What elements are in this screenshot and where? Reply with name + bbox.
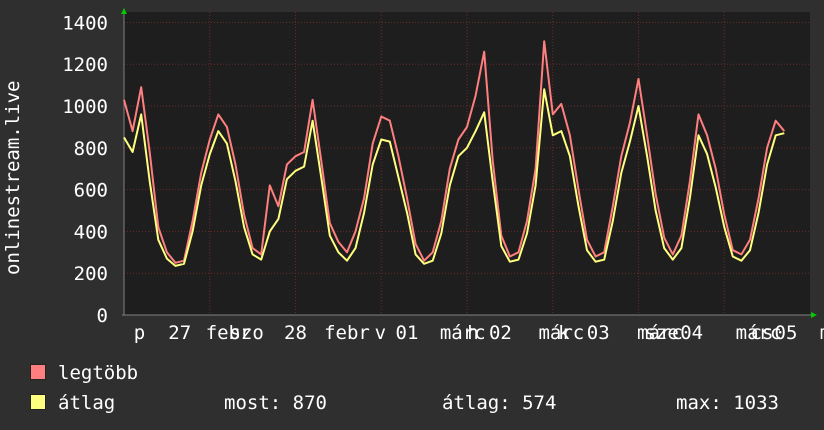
x-tick-label: 02 <box>489 322 512 344</box>
legend-item-legtobb: legtöbb <box>30 362 138 384</box>
x-tick-label: 04 <box>680 322 703 344</box>
x-tick-label: sze <box>644 322 678 344</box>
x-tick-label: 03 <box>587 322 610 344</box>
y-tick-label: 200 <box>74 263 108 285</box>
x-tick-label: cs <box>751 322 774 344</box>
y-tick-label: 1000 <box>62 96 108 118</box>
legend-swatch-atlag <box>30 394 46 410</box>
stat-most: most: 870 <box>224 392 327 414</box>
legend-label-legtobb: legtöbb <box>58 362 139 384</box>
x-tick-label: v <box>375 322 386 344</box>
stat-atlag: átlag: 574 <box>442 392 557 414</box>
x-tick-label: szo <box>229 322 263 344</box>
y-tick-labels: 0 200 400 600 800 1000 1200 1400 <box>62 12 108 327</box>
y-tick-label: 400 <box>74 221 108 243</box>
y-axis-label: onlinestream.live <box>2 80 24 275</box>
y-axis-arrow-icon <box>121 8 127 14</box>
y-tick-label: 1400 <box>62 12 108 34</box>
y-tick-label: 0 <box>97 305 108 327</box>
legend-item-atlag: átlag <box>30 392 115 414</box>
y-tick-label: 600 <box>74 180 108 202</box>
x-tick-label: k <box>558 322 570 344</box>
legend-label-atlag: átlag <box>58 392 116 414</box>
x-tick-label: m <box>820 322 824 344</box>
y-tick-label: 800 <box>74 138 108 160</box>
x-tick-label: 28 <box>284 322 307 344</box>
x-tick-label: 27 <box>168 322 191 344</box>
x-tick-label: 01 <box>396 322 419 344</box>
x-axis-arrow-icon <box>811 312 817 318</box>
x-tick-label: febr <box>324 322 370 344</box>
x-tick-label: 05 <box>775 322 798 344</box>
x-tick-label: p <box>134 322 145 344</box>
x-tick-labels: p 27 febrszo 28 febr v 01 márch 02 márck 03 márcsze… <box>134 322 824 344</box>
legend-swatch-legtobb <box>30 364 46 380</box>
stat-max: max: 1033 <box>676 392 779 414</box>
y-tick-label: 1200 <box>62 54 108 76</box>
x-tick-label: h <box>467 322 478 344</box>
